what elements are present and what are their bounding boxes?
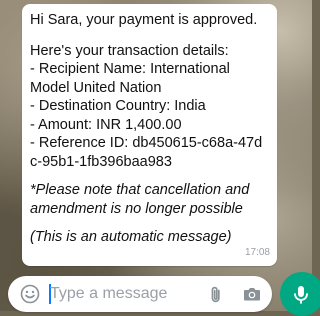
message-line: - Recipient Name: International <box>30 61 230 77</box>
message-line: - Destination Country: India <box>30 98 206 114</box>
message-line: Hi Sara, your payment is approved. <box>30 12 258 28</box>
message-line: *Please note that cancellation and <box>30 182 250 198</box>
message-line: - Amount: INR 1,400.00 <box>30 116 182 133</box>
paperclip-icon[interactable] <box>206 284 226 304</box>
message-line: - Reference ID: db450615-c68a-47d <box>30 135 263 151</box>
line-spacer <box>30 30 269 42</box>
message-timestamp: 17:08 <box>244 247 270 258</box>
message-line: Model United Nation <box>30 79 162 96</box>
line-spacer <box>30 171 269 181</box>
microphone-button[interactable] <box>280 272 320 316</box>
message-line: (This is an automatic message) <box>30 229 232 245</box>
incoming-message-bubble[interactable]: Hi Sara, your payment is approved. Here'… <box>22 4 277 266</box>
message-composer <box>8 276 272 312</box>
message-line: Here's your transaction details: <box>30 42 229 59</box>
smiley-icon[interactable] <box>20 284 40 304</box>
camera-icon[interactable] <box>242 284 262 304</box>
microphone-icon <box>294 286 308 304</box>
message-line: amendment is no longer possible <box>30 200 243 217</box>
message-line: c-95b1-1fb396baa983 <box>30 153 172 170</box>
message-input[interactable] <box>50 282 190 306</box>
line-spacer <box>30 218 269 228</box>
